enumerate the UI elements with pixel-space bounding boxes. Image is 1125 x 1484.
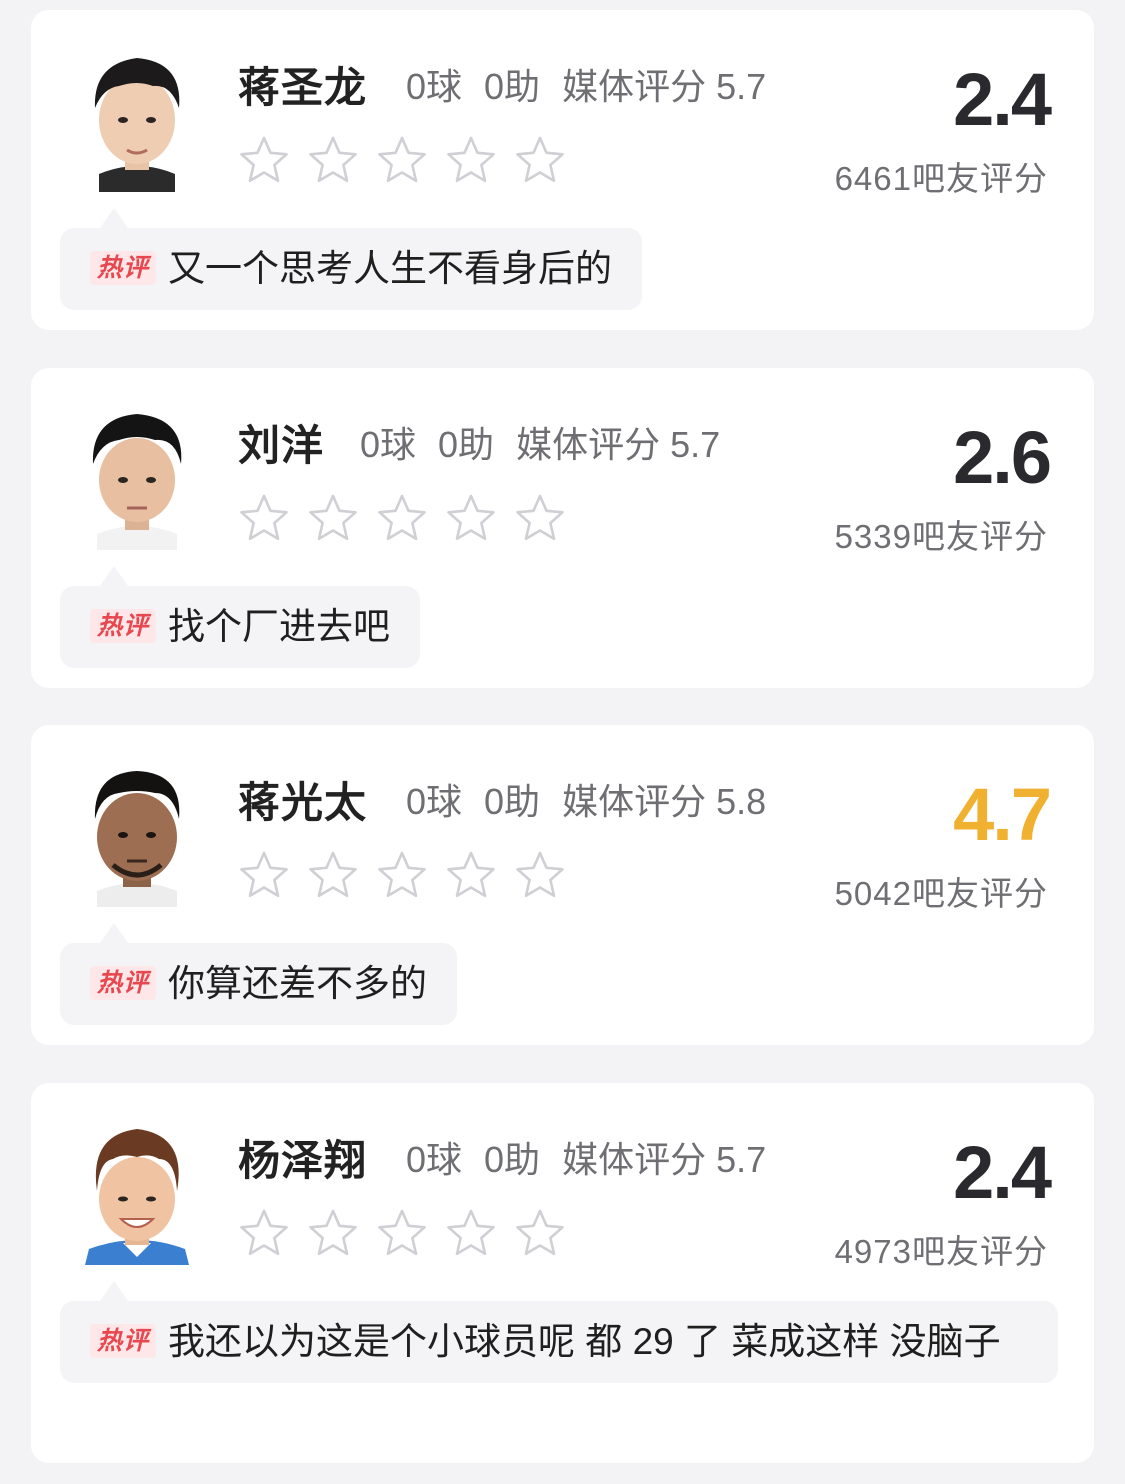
player-card[interactable]: 蒋光太 0球 0助 媒体评分 5.8 4.7 5042吧友评分 热评 你算还差不多的 — [31, 725, 1094, 1045]
voter-count: 5339吧友评分 — [834, 518, 1048, 555]
player-avatar[interactable] — [79, 761, 195, 907]
hot-comment-text: 你算还差不多的 — [168, 963, 428, 1004]
star-outline-icon[interactable] — [238, 1207, 290, 1259]
star-outline-icon[interactable] — [376, 492, 428, 544]
media-rating: 媒体评分 5.7 — [562, 1139, 767, 1180]
assists-count: 0助 — [438, 424, 495, 465]
hot-comment-text: 又一个思考人生不看身后的 — [168, 248, 613, 289]
player-stats: 0球 0助 媒体评分 5.7 — [406, 58, 788, 110]
star-outline-icon[interactable] — [514, 134, 566, 186]
star-outline-icon[interactable] — [445, 134, 497, 186]
user-rating-score: 4.7 — [953, 773, 1052, 856]
media-rating: 媒体评分 5.7 — [516, 424, 721, 465]
star-rating-input[interactable] — [238, 1207, 583, 1259]
player-name: 蒋圣龙 — [238, 64, 368, 111]
star-outline-icon[interactable] — [307, 492, 359, 544]
star-outline-icon[interactable] — [238, 849, 290, 901]
star-outline-icon[interactable] — [445, 492, 497, 544]
star-outline-icon[interactable] — [376, 134, 428, 186]
player-name: 杨泽翔 — [238, 1137, 368, 1184]
star-rating-input[interactable] — [238, 849, 583, 901]
hot-comment-text: 找个厂进去吧 — [168, 606, 391, 647]
star-outline-icon[interactable] — [514, 1207, 566, 1259]
goals-count: 0球 — [406, 781, 463, 822]
user-rating-score: 2.4 — [953, 1131, 1052, 1214]
hot-comment[interactable]: 热评 找个厂进去吧 — [60, 566, 421, 668]
player-name: 蒋光太 — [238, 779, 368, 826]
player-avatar[interactable] — [79, 404, 195, 550]
player-card[interactable]: 杨泽翔 0球 0助 媒体评分 5.7 2.4 4973吧友评分 热评 我还以为这是个小… — [31, 1083, 1094, 1463]
star-outline-icon[interactable] — [445, 849, 497, 901]
media-rating: 媒体评分 5.7 — [562, 66, 767, 107]
star-outline-icon[interactable] — [445, 1207, 497, 1259]
hot-comment[interactable]: 热评 又一个思考人生不看身后的 — [60, 208, 643, 310]
hot-comment-badge: 热评 — [90, 609, 157, 643]
player-card[interactable]: 蒋圣龙 0球 0助 媒体评分 5.7 2.4 6461吧友评分 热评 又一个思考人生不… — [31, 10, 1094, 330]
player-rating-list: 蒋圣龙 0球 0助 媒体评分 5.7 2.4 6461吧友评分 热评 又一个思考人生不… — [0, 0, 1125, 1484]
player-stats: 0球 0助 媒体评分 5.8 — [406, 773, 788, 825]
player-name: 刘洋 — [238, 422, 325, 469]
voter-count: 6461吧友评分 — [834, 160, 1048, 197]
assists-count: 0助 — [484, 1139, 541, 1180]
star-outline-icon[interactable] — [238, 492, 290, 544]
voter-count: 5042吧友评分 — [834, 875, 1048, 912]
player-stats: 0球 0助 媒体评分 5.7 — [406, 1131, 788, 1183]
hot-comment-badge: 热评 — [90, 1324, 157, 1358]
goals-count: 0球 — [406, 66, 463, 107]
player-avatar[interactable] — [79, 46, 195, 192]
hot-comment[interactable]: 热评 你算还差不多的 — [60, 923, 458, 1025]
hot-comment-badge: 热评 — [90, 251, 157, 285]
media-rating: 媒体评分 5.8 — [562, 781, 767, 822]
player-card[interactable]: 刘洋 0球 0助 媒体评分 5.7 2.6 5339吧友评分 热评 找个厂进去吧 — [31, 368, 1094, 688]
star-outline-icon[interactable] — [514, 492, 566, 544]
hot-comment[interactable]: 热评 我还以为这是个小球员呢 都 29 了 菜成这样 没脑子 — [60, 1281, 1058, 1383]
hot-comment-badge: 热评 — [90, 966, 157, 1000]
star-outline-icon[interactable] — [514, 849, 566, 901]
star-outline-icon[interactable] — [307, 1207, 359, 1259]
user-rating-score: 2.6 — [953, 416, 1052, 499]
hot-comment-text: 我还以为这是个小球员呢 都 29 了 菜成这样 没脑子 — [168, 1321, 1001, 1362]
star-outline-icon[interactable] — [307, 134, 359, 186]
player-avatar[interactable] — [79, 1119, 195, 1265]
user-rating-score: 2.4 — [953, 58, 1052, 141]
star-outline-icon[interactable] — [307, 849, 359, 901]
assists-count: 0助 — [484, 66, 541, 107]
star-rating-input[interactable] — [238, 134, 583, 186]
star-outline-icon[interactable] — [238, 134, 290, 186]
player-stats: 0球 0助 媒体评分 5.7 — [360, 416, 742, 468]
voter-count: 4973吧友评分 — [834, 1233, 1048, 1270]
goals-count: 0球 — [406, 1139, 463, 1180]
star-outline-icon[interactable] — [376, 849, 428, 901]
star-rating-input[interactable] — [238, 492, 583, 544]
assists-count: 0助 — [484, 781, 541, 822]
goals-count: 0球 — [360, 424, 417, 465]
star-outline-icon[interactable] — [376, 1207, 428, 1259]
